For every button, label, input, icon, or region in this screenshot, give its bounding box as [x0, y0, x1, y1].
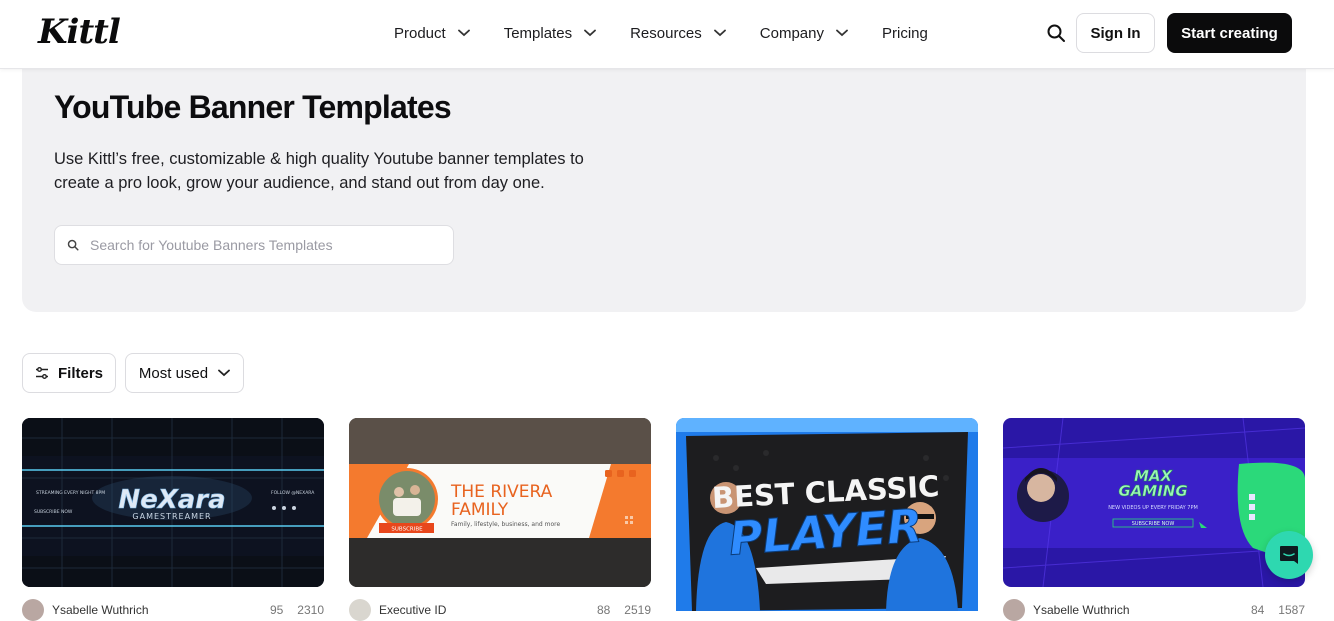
search-icon — [67, 239, 79, 251]
template-thumbnail: SUBSCRIBE THE RIVERA FAMILY Family, life… — [349, 418, 651, 587]
likes-count: 84 — [1250, 603, 1265, 617]
chevron-down-icon — [457, 29, 470, 37]
search-icon[interactable] — [1044, 21, 1068, 45]
sliders-icon — [35, 367, 48, 379]
page-title: YouTube Banner Templates — [54, 89, 452, 125]
kittl-logo[interactable]: Kittl — [38, 12, 121, 52]
nav-item-pricing[interactable]: Pricing — [882, 25, 928, 42]
author-name[interactable]: Executive ID — [379, 603, 446, 617]
nav-item-label: Pricing — [881, 24, 928, 42]
nav-item-product[interactable]: Product — [394, 25, 470, 42]
thumb-title-line2: FAMILY — [451, 500, 509, 520]
likes-count: 95 — [269, 603, 284, 617]
avatar[interactable] — [349, 599, 371, 621]
chat-bubble-icon[interactable] — [1265, 531, 1313, 579]
nav-item-templates[interactable]: Templates — [504, 25, 596, 42]
chevron-down-icon — [218, 369, 230, 377]
top-nav: Kittl Product Templates Resources Compan… — [0, 0, 1334, 69]
uses-count: 1587 — [1278, 603, 1305, 617]
start-creating-button[interactable]: Start creating — [1167, 13, 1292, 53]
author-name[interactable]: Ysabelle Wuthrich — [52, 603, 149, 617]
template-card-nexara[interactable]: NeXara GAMESTREAMER STREAMING EVERY NIGH… — [22, 418, 324, 587]
hero-section: YouTube Banner Templates Use Kittl’s fre… — [22, 62, 1306, 312]
sign-in-button[interactable]: Sign In — [1076, 13, 1155, 53]
chevron-down-icon — [836, 29, 848, 37]
thumb-button: SUBSCRIBE NOW — [1132, 521, 1175, 527]
nav-item-company[interactable]: Company — [760, 25, 848, 42]
author-name[interactable]: Ysabelle Wuthrich — [1033, 603, 1130, 617]
thumb-button: SUBSCRIBE — [391, 527, 423, 533]
nav-item-label: Company — [759, 24, 824, 42]
sort-label: Most used — [138, 364, 209, 382]
nav-item-label: Resources — [630, 24, 702, 42]
thumb-left-text: STREAMING EVERY NIGHT 8PM — [36, 490, 105, 496]
template-thumbnail: BEST CLASSIC PLAYER — [676, 418, 978, 611]
thumb-subtitle: GAMESTREAMER — [132, 512, 211, 521]
page-description: Use Kittl’s free, customizable & high qu… — [54, 150, 584, 192]
sort-dropdown[interactable]: Most used — [125, 353, 244, 393]
nav-item-label: Templates — [503, 24, 573, 42]
search-input[interactable] — [90, 237, 420, 253]
likes-count: 88 — [596, 603, 611, 617]
template-card-max-gaming[interactable]: MAX GAMING NEW VIDEOS UP EVERY FRIDAY 7P… — [1003, 418, 1305, 587]
template-thumbnail: NeXara GAMESTREAMER STREAMING EVERY NIGH… — [22, 418, 324, 587]
uses-count: 2519 — [624, 603, 651, 617]
thumb-right-text: FOLLOW @NEXARA — [271, 490, 315, 496]
thumb-subtitle: NEW VIDEOS UP EVERY FRIDAY 7PM — [1108, 505, 1198, 511]
template-card-rivera-family[interactable]: SUBSCRIBE THE RIVERA FAMILY Family, life… — [349, 418, 651, 587]
card-meta: Executive ID 88 2519 — [349, 599, 651, 621]
chevron-down-icon — [713, 29, 726, 37]
uses-count: 2310 — [297, 603, 324, 617]
thumb-subtitle: Family, lifestyle, business, and more — [451, 521, 560, 528]
nav-item-label: Product — [394, 24, 446, 42]
card-meta: Ysabelle Wuthrich 95 2310 — [22, 599, 324, 621]
thumb-title-line1: THE RIVERA — [450, 482, 553, 502]
avatar[interactable] — [1003, 599, 1025, 621]
thumb-left-sub: SUBSCRIBE NOW — [34, 509, 73, 515]
template-search[interactable] — [54, 225, 454, 265]
chevron-down-icon — [584, 29, 596, 37]
card-meta: Ysabelle Wuthrich 84 1587 — [1003, 599, 1305, 621]
avatar[interactable] — [22, 599, 44, 621]
main-menu: Product Templates Resources Company Pric… — [394, 0, 962, 66]
filters-button[interactable]: Filters — [22, 353, 116, 393]
nav-item-resources[interactable]: Resources — [630, 25, 726, 42]
template-card-best-classic-player[interactable]: BEST CLASSIC PLAYER — [676, 418, 978, 611]
template-thumbnail: MAX GAMING NEW VIDEOS UP EVERY FRIDAY 7P… — [1003, 418, 1305, 587]
thumb-title: NeXara — [118, 485, 225, 515]
thumb-title-line2: GAMING — [1118, 482, 1187, 500]
filters-label: Filters — [57, 364, 103, 382]
